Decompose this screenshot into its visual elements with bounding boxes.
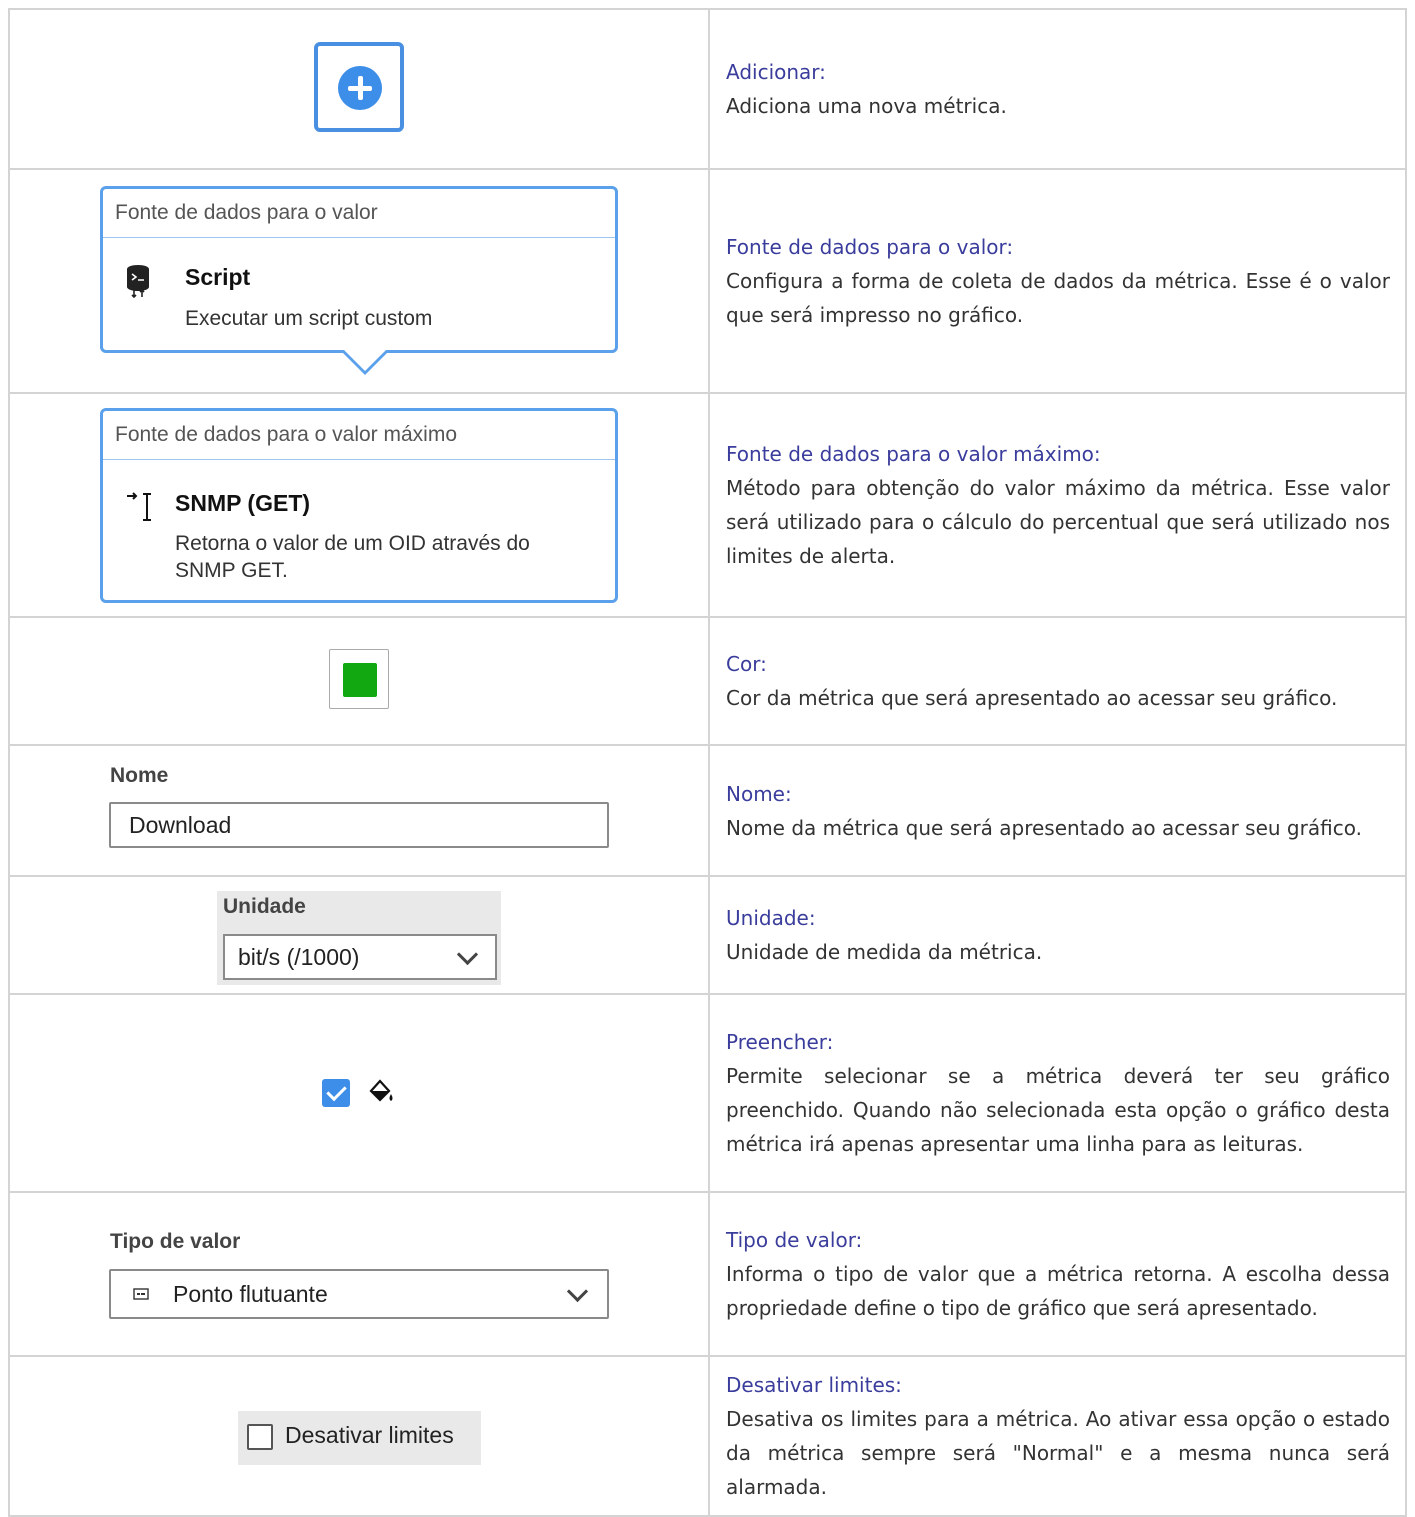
row-title: Cor: <box>726 652 767 676</box>
value-source-name: Script <box>185 264 251 290</box>
unit-cell: Unidade bit/s (/1000) <box>8 875 710 995</box>
table-row: Unidade bit/s (/1000) Unidade: Unidade d… <box>8 875 1407 995</box>
color-picker[interactable] <box>329 649 389 709</box>
table-row: Desativar limites Desativar limites: Des… <box>8 1355 1407 1517</box>
metrics-help-table: Adicionar: Adiciona uma nova métrica. Fo… <box>8 8 1407 1517</box>
paint-bucket-icon <box>369 1079 393 1102</box>
fill-desc-cell: Preencher: Permite selecionar se a métri… <box>708 993 1407 1193</box>
name-cell: Nome Download <box>8 744 710 877</box>
table-row: Adicionar: Adiciona uma nova métrica. <box>8 8 1407 170</box>
value-type-select[interactable]: Ponto flutuante <box>109 1269 609 1319</box>
max-source-card[interactable]: Fonte de dados para o valor máximo SNMP … <box>100 408 618 603</box>
disable-limits-desc-cell: Desativar limites: Desativa os limites p… <box>708 1355 1407 1517</box>
chevron-down-icon <box>456 943 479 966</box>
unit-value: bit/s (/1000) <box>238 944 360 970</box>
name-desc-cell: Nome: Nome da métrica que será apresenta… <box>708 744 1407 877</box>
max-source-name: SNMP (GET) <box>175 490 311 516</box>
max-source-cell: Fonte de dados para o valor máximo SNMP … <box>8 392 710 618</box>
add-button[interactable] <box>314 42 404 132</box>
max-source-desc-cell: Fonte de dados para o valor máximo: Méto… <box>708 392 1407 618</box>
table-row: Fonte de dados para o valor máximo SNMP … <box>8 392 1407 618</box>
disable-limits-checkbox[interactable] <box>247 1424 273 1450</box>
value-type-label: Tipo de valor <box>110 1230 241 1253</box>
table-row: Nome Download Nome: Nome da métrica que … <box>8 744 1407 877</box>
disable-limits-group[interactable]: Desativar limites <box>238 1411 481 1465</box>
value-source-header: Fonte de dados para o valor <box>103 189 615 238</box>
add-desc-cell: Adicionar: Adiciona uma nova métrica. <box>708 8 1407 170</box>
color-cell <box>8 616 710 746</box>
row-description: Permite selecionar se a métrica deverá t… <box>726 1064 1390 1156</box>
row-title: Nome: <box>726 781 792 806</box>
row-title: Fonte de dados para o valor: <box>726 235 1014 259</box>
row-description: Nome da métrica que será apresentado ao … <box>726 815 1362 840</box>
disable-limits-cell: Desativar limites <box>8 1355 710 1517</box>
unit-select[interactable]: bit/s (/1000) <box>223 934 497 980</box>
chevron-down-icon <box>566 1280 589 1303</box>
unit-group: Unidade bit/s (/1000) <box>217 891 501 985</box>
name-label: Nome <box>110 764 169 787</box>
table-row: Cor: Cor da métrica que será apresentado… <box>8 616 1407 746</box>
row-description: Unidade de medida da métrica. <box>726 940 1043 964</box>
unit-label: Unidade <box>223 895 306 918</box>
fill-cell <box>8 993 710 1193</box>
color-desc-cell: Cor: Cor da métrica que será apresentado… <box>708 616 1407 746</box>
row-description: Desativa os limites para a métrica. Ao a… <box>726 1407 1390 1499</box>
value-type-value: Ponto flutuante <box>173 1281 328 1307</box>
row-description: Adiciona uma nova métrica. <box>726 94 1007 118</box>
table-row: Tipo de valor Ponto flutuante Tipo de va… <box>8 1191 1407 1357</box>
row-title: Tipo de valor: <box>726 1228 863 1252</box>
row-description: Informa o tipo de valor que a métrica re… <box>726 1262 1390 1320</box>
table-row: Fonte de dados para o valor Script Execu… <box>8 168 1407 394</box>
fill-checkbox[interactable] <box>322 1079 351 1107</box>
unit-desc-cell: Unidade: Unidade de medida da métrica. <box>708 875 1407 995</box>
value-source-cell: Fonte de dados para o valor Script Execu… <box>8 168 710 394</box>
table-row: Preencher: Permite selecionar se a métri… <box>8 993 1407 1193</box>
float-icon <box>133 1288 149 1300</box>
add-cell <box>8 8 710 170</box>
color-swatch <box>343 663 377 697</box>
row-title: Adicionar: <box>726 60 826 84</box>
value-type-cell: Tipo de valor Ponto flutuante <box>8 1191 710 1357</box>
value-source-desc: Executar um script custom <box>185 307 433 330</box>
row-title: Fonte de dados para o valor máximo: <box>726 442 1101 466</box>
value-source-desc-cell: Fonte de dados para o valor: Configura a… <box>708 168 1407 394</box>
row-title: Preencher: <box>726 1030 834 1054</box>
value-source-card[interactable]: Fonte de dados para o valor Script Execu… <box>100 186 618 375</box>
plus-icon <box>338 66 382 110</box>
disable-limits-label: Desativar limites <box>285 1422 454 1448</box>
script-icon <box>127 265 149 298</box>
row-description: Configura a forma de coleta de dados da … <box>726 269 1390 327</box>
row-description: Método para obtenção do valor máximo da … <box>726 476 1390 568</box>
name-input[interactable]: Download <box>109 802 609 848</box>
max-source-desc: Retorna o valor de um OID através do SNM… <box>175 532 530 582</box>
value-type-desc-cell: Tipo de valor: Informa o tipo de valor q… <box>708 1191 1407 1357</box>
row-title: Desativar limites: <box>726 1373 902 1397</box>
row-description: Cor da métrica que será apresentado ao a… <box>726 686 1338 710</box>
max-source-header: Fonte de dados para o valor máximo <box>103 411 615 460</box>
snmp-get-icon <box>127 492 151 521</box>
row-title: Unidade: <box>726 906 816 930</box>
